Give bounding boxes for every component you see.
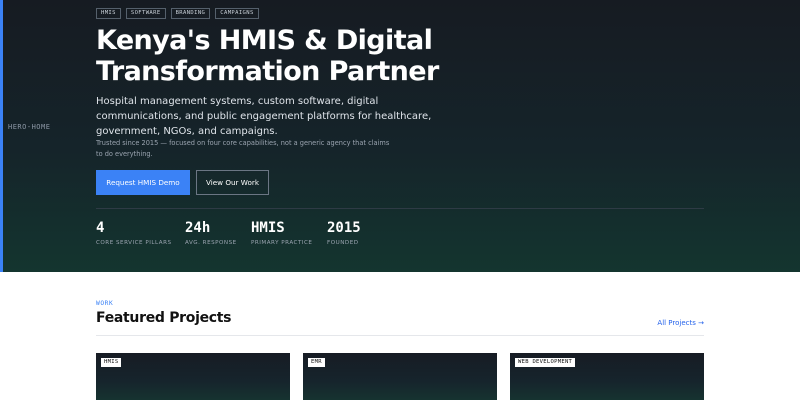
project-card-hmis[interactable]: HMIS [96,353,290,400]
request-hmis-demo-button[interactable]: Request HMIS Demo [96,170,190,195]
stat-label: FOUNDED [327,240,359,246]
hero-divider [96,208,704,209]
stat-label: AVG. RESPONSE [185,240,237,246]
hero-lead-text: Hospital management systems, custom soft… [96,96,432,137]
featured-projects-heading: Featured Projects [96,310,232,326]
work-eyebrow: WORK [96,300,114,307]
hero-accent-bar [0,0,3,272]
tag-hmis: HMIS [96,8,121,19]
stat-value: 24h [185,220,211,236]
stat-value: 2015 [327,220,361,236]
stat-primary-practice: HMIS PRIMARY PRACTICE [251,220,312,246]
hero-title: Kenya's HMIS & Digital Transformation Pa… [96,25,439,87]
tag-branding: BRANDING [170,8,211,19]
project-card-web-development[interactable]: WEB DEVELOPMENT [510,353,704,400]
hero-note-text: Trusted since 2015 — focused on four cor… [96,139,390,158]
stat-avg-response: 24h AVG. RESPONSE [185,220,237,246]
project-category-badge: HMIS [101,358,122,367]
section-side-label: HERO-HOME [8,123,51,131]
hero-tags: HMIS SOFTWARE BRANDING CAMPAIGNS [96,8,259,19]
stat-value: HMIS [251,220,285,236]
stat-service-pillars: 4 CORE SERVICE PILLARS [96,220,172,246]
stat-label: PRIMARY PRACTICE [251,240,313,246]
project-category-badge: WEB DEVELOPMENT [515,358,576,367]
stat-value: 4 [96,220,105,236]
all-projects-link[interactable]: All Projects → [657,319,704,327]
view-our-work-button[interactable]: View Our Work [196,170,269,195]
project-card-emr[interactable]: EMR [303,353,497,400]
tag-software: SOFTWARE [125,8,166,19]
stat-label: CORE SERVICE PILLARS [96,240,172,246]
work-divider [96,335,704,336]
tag-campaigns: CAMPAIGNS [215,8,259,19]
project-category-badge: EMR [308,358,325,367]
hero-section: HERO-HOME HMIS SOFTWARE BRANDING CAMPAIG… [0,0,800,272]
stat-founded: 2015 FOUNDED [327,220,361,246]
